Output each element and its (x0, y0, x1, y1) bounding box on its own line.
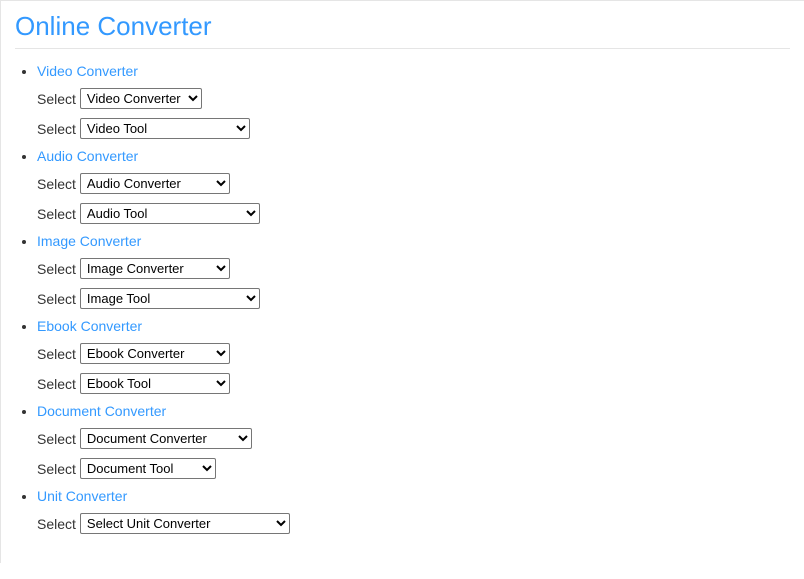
category-item-document-converter: Document ConverterSelectDocument Convert… (37, 403, 790, 479)
select-document-converter[interactable]: Document Converter (80, 428, 252, 449)
select-label: Select (37, 346, 76, 362)
select-row: SelectVideo Converter (37, 88, 790, 109)
category-item-unit-converter: Unit Converter SelectSelect Unit Converte… (37, 488, 790, 534)
select-video-tool[interactable]: Video Tool (80, 118, 250, 139)
category-link-video-converter[interactable]: Video Converter (37, 63, 138, 79)
select-label: Select (37, 516, 76, 532)
select-row: SelectImage Tool (37, 288, 790, 309)
select-image-tool[interactable]: Image Tool (80, 288, 260, 309)
select-row: SelectDocument Converter (37, 428, 790, 449)
page-title: Online Converter (15, 11, 790, 49)
select-audio-tool[interactable]: Audio Tool (80, 203, 260, 224)
category-item-audio-converter: Audio ConverterSelectAudio ConverterSele… (37, 148, 790, 224)
select-label: Select (37, 291, 76, 307)
select-row: SelectAudio Converter (37, 173, 790, 194)
select-ebook-converter[interactable]: Ebook Converter (80, 343, 230, 364)
category-item-video-converter: Video ConverterSelectVideo ConverterSele… (37, 63, 790, 139)
select-label: Select (37, 461, 76, 477)
select-row: SelectImage Converter (37, 258, 790, 279)
select-label: Select (37, 431, 76, 447)
category-link-ebook-converter[interactable]: Ebook Converter (37, 318, 142, 334)
select-label: Select (37, 376, 76, 392)
select-document-tool[interactable]: Document Tool (80, 458, 216, 479)
select-select-unit-converter[interactable]: Select Unit Converter (80, 513, 290, 534)
category-item-image-converter: Image ConverterSelectImage ConverterSele… (37, 233, 790, 309)
select-row: SelectSelect Unit Converter (37, 513, 790, 534)
category-link-image-converter[interactable]: Image Converter (37, 233, 141, 249)
select-label: Select (37, 206, 76, 222)
select-row: SelectAudio Tool (37, 203, 790, 224)
category-item-ebook-converter: Ebook ConverterSelectEbook ConverterSele… (37, 318, 790, 394)
category-link-unit-converter[interactable]: Unit Converter (37, 488, 127, 504)
select-row: SelectDocument Tool (37, 458, 790, 479)
select-ebook-tool[interactable]: Ebook Tool (80, 373, 230, 394)
select-image-converter[interactable]: Image Converter (80, 258, 230, 279)
select-label: Select (37, 91, 76, 107)
select-label: Select (37, 121, 76, 137)
page-container: Online Converter Video ConverterSelectVi… (0, 0, 804, 563)
category-link-audio-converter[interactable]: Audio Converter (37, 148, 138, 164)
category-link-document-converter[interactable]: Document Converter (37, 403, 166, 419)
select-audio-converter[interactable]: Audio Converter (80, 173, 230, 194)
select-row: SelectEbook Converter (37, 343, 790, 364)
select-video-converter[interactable]: Video Converter (80, 88, 202, 109)
select-label: Select (37, 176, 76, 192)
category-list: Video ConverterSelectVideo ConverterSele… (15, 63, 790, 534)
select-label: Select (37, 261, 76, 277)
select-row: SelectVideo Tool (37, 118, 790, 139)
select-row: SelectEbook Tool (37, 373, 790, 394)
